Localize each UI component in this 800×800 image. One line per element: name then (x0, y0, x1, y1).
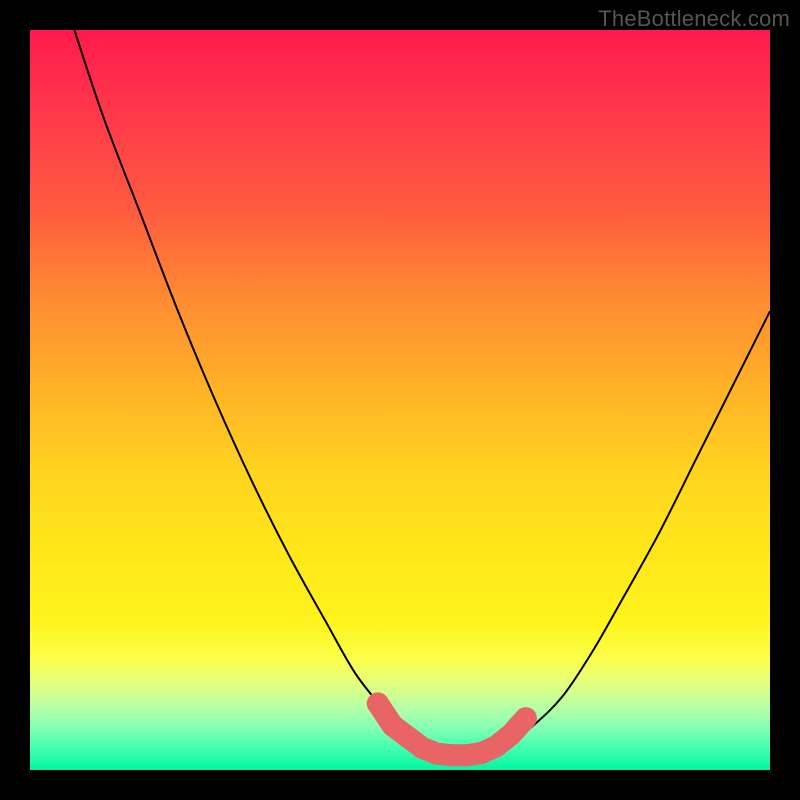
optimal-point (367, 692, 389, 714)
chart-svg (30, 30, 770, 770)
optimal-point (500, 723, 522, 745)
watermark-text: TheBottleneck.com (598, 6, 790, 32)
chart-frame: TheBottleneck.com (0, 0, 800, 800)
chart-plot-area (30, 30, 770, 770)
optimal-point (515, 707, 537, 729)
bottleneck-curve (74, 30, 770, 756)
optimal-range-markers (367, 692, 537, 766)
